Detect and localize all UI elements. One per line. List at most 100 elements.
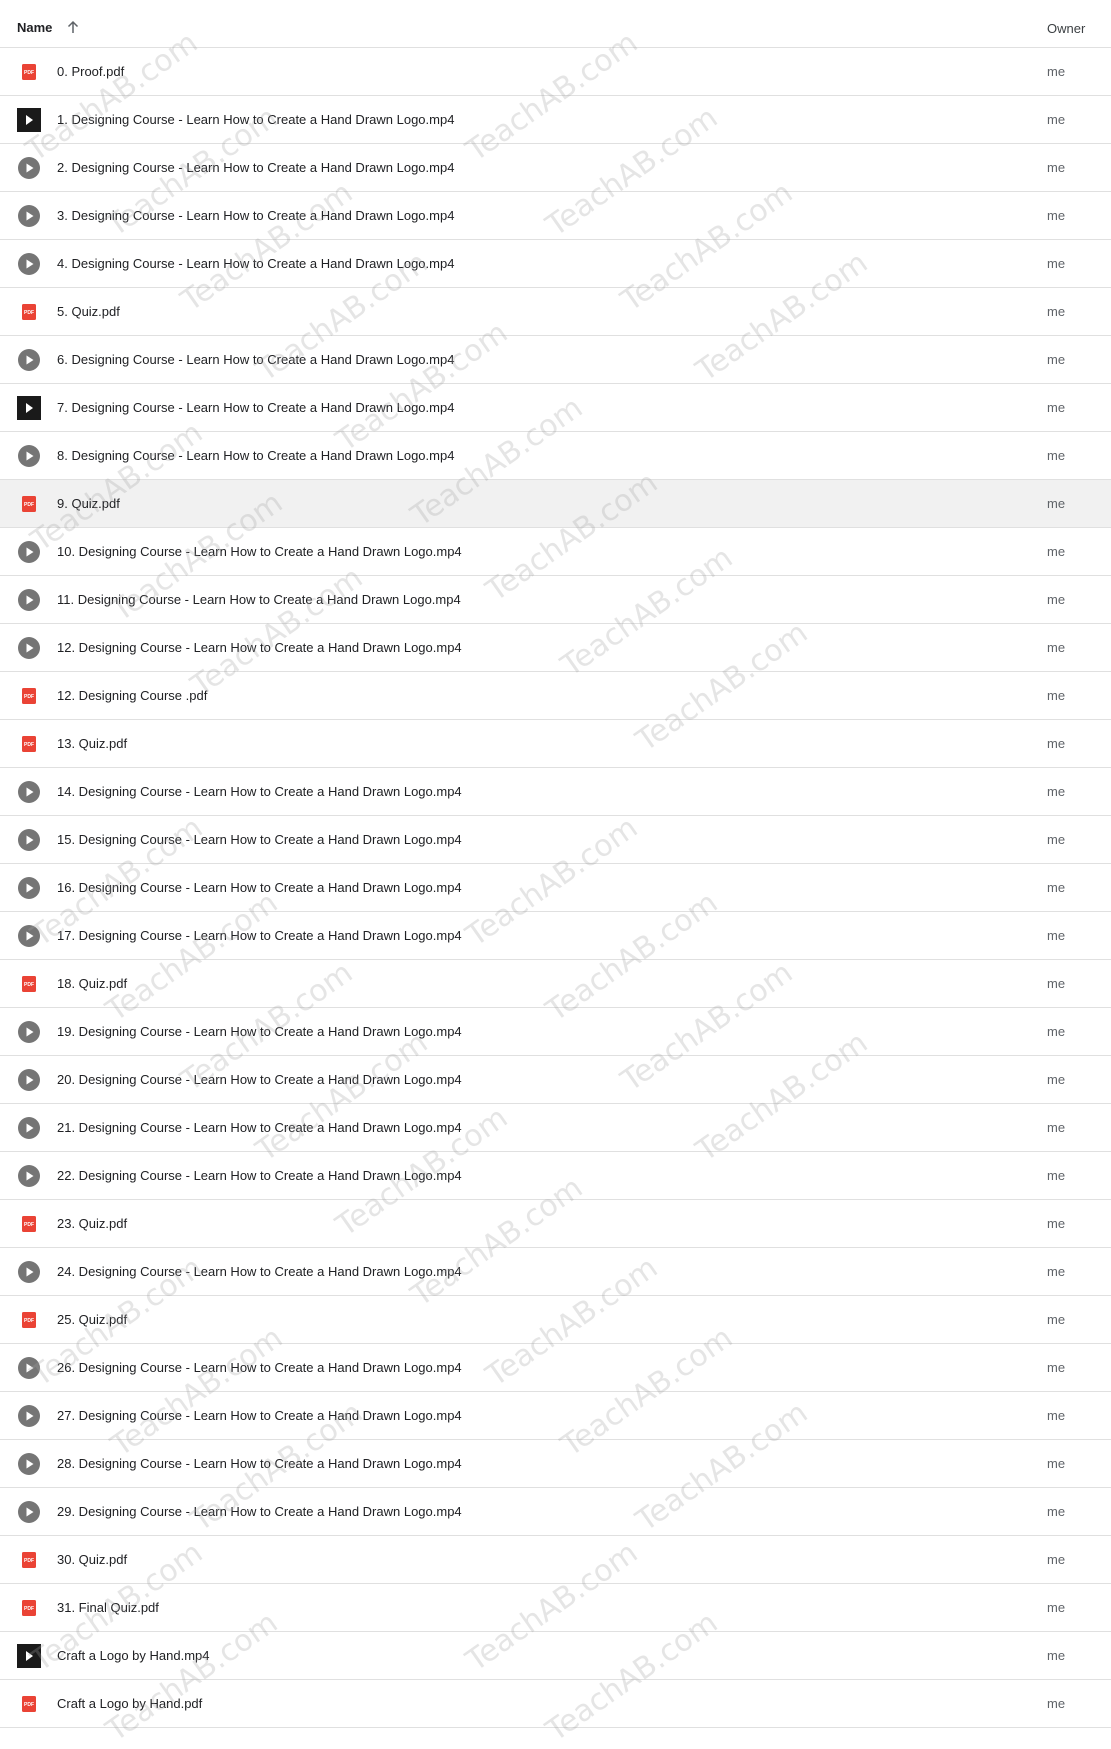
file-row[interactable]: 11. Designing Course - Learn How to Crea… — [0, 576, 1111, 624]
file-name[interactable]: Craft a Logo by Hand.mp4 — [57, 1648, 209, 1663]
file-name[interactable]: 12. Designing Course - Learn How to Crea… — [57, 640, 462, 655]
file-name[interactable]: 8. Designing Course - Learn How to Creat… — [57, 448, 454, 463]
file-name[interactable]: 5. Quiz.pdf — [57, 304, 120, 319]
video-play-icon — [18, 1117, 40, 1139]
file-row[interactable]: 4. Designing Course - Learn How to Creat… — [0, 240, 1111, 288]
owner-column-header[interactable]: Owner — [1047, 21, 1085, 36]
video-thumbnail-icon — [17, 396, 41, 420]
file-row[interactable]: PDF 18. Quiz.pdf me — [0, 960, 1111, 1008]
file-name[interactable]: 18. Quiz.pdf — [57, 976, 127, 991]
file-row[interactable]: PDF 9. Quiz.pdf me — [0, 480, 1111, 528]
file-owner: me — [1047, 1024, 1066, 1039]
file-row[interactable]: Craft a Logo by Hand.mp4 me — [0, 1632, 1111, 1680]
file-row[interactable]: PDF 31. Final Quiz.pdf me — [0, 1584, 1111, 1632]
file-name[interactable]: 16. Designing Course - Learn How to Crea… — [57, 880, 462, 895]
file-owner: me — [1047, 1120, 1066, 1135]
file-name[interactable]: 12. Designing Course .pdf — [57, 688, 207, 703]
file-name[interactable]: 23. Quiz.pdf — [57, 1216, 127, 1231]
file-name[interactable]: 22. Designing Course - Learn How to Crea… — [57, 1168, 462, 1183]
file-row[interactable]: 16. Designing Course - Learn How to Crea… — [0, 864, 1111, 912]
video-play-icon — [18, 205, 40, 227]
file-owner: me — [1047, 928, 1066, 943]
video-play-icon — [18, 1501, 40, 1523]
svg-text:PDF: PDF — [24, 982, 34, 988]
file-row[interactable]: 6. Designing Course - Learn How to Creat… — [0, 336, 1111, 384]
video-play-icon — [18, 445, 40, 467]
file-row[interactable]: PDF Craft a Logo by Hand.pdf me — [0, 1680, 1111, 1728]
file-owner: me — [1047, 1456, 1066, 1471]
file-name[interactable]: 11. Designing Course - Learn How to Crea… — [57, 592, 461, 607]
file-name[interactable]: 31. Final Quiz.pdf — [57, 1600, 159, 1615]
file-row[interactable]: 22. Designing Course - Learn How to Crea… — [0, 1152, 1111, 1200]
file-name[interactable]: 19. Designing Course - Learn How to Crea… — [57, 1024, 462, 1039]
pdf-file-icon: PDF — [22, 1696, 36, 1712]
file-name[interactable]: 30. Quiz.pdf — [57, 1552, 127, 1567]
file-owner: me — [1047, 592, 1066, 607]
svg-text:PDF: PDF — [24, 1702, 34, 1708]
file-name[interactable]: 14. Designing Course - Learn How to Crea… — [57, 784, 462, 799]
file-name[interactable]: 0. Proof.pdf — [57, 64, 124, 79]
file-name[interactable]: 7. Designing Course - Learn How to Creat… — [57, 400, 454, 415]
file-row[interactable]: 27. Designing Course - Learn How to Crea… — [0, 1392, 1111, 1440]
file-owner: me — [1047, 160, 1066, 175]
video-play-icon — [18, 541, 40, 563]
file-row[interactable]: 17. Designing Course - Learn How to Crea… — [0, 912, 1111, 960]
file-row[interactable]: PDF 25. Quiz.pdf me — [0, 1296, 1111, 1344]
file-row[interactable]: 8. Designing Course - Learn How to Creat… — [0, 432, 1111, 480]
file-name[interactable]: 3. Designing Course - Learn How to Creat… — [57, 208, 454, 223]
file-name[interactable]: 25. Quiz.pdf — [57, 1312, 127, 1327]
file-name[interactable]: 1. Designing Course - Learn How to Creat… — [57, 112, 454, 127]
file-name[interactable]: 26. Designing Course - Learn How to Crea… — [57, 1360, 462, 1375]
file-owner: me — [1047, 352, 1066, 367]
file-name[interactable]: Craft a Logo by Hand.pdf — [57, 1696, 202, 1711]
file-row[interactable]: PDF 30. Quiz.pdf me — [0, 1536, 1111, 1584]
file-owner: me — [1047, 448, 1066, 463]
file-list: Name Owner PDF 0. Proof.pdf me 1. Designing… — [0, 0, 1111, 1728]
video-play-icon — [18, 1021, 40, 1043]
file-row[interactable]: 14. Designing Course - Learn How to Crea… — [0, 768, 1111, 816]
file-row[interactable]: PDF 12. Designing Course .pdf me — [0, 672, 1111, 720]
svg-text:PDF: PDF — [24, 502, 34, 508]
file-row[interactable]: 2. Designing Course - Learn How to Creat… — [0, 144, 1111, 192]
file-row[interactable]: 10. Designing Course - Learn How to Crea… — [0, 528, 1111, 576]
file-name[interactable]: 27. Designing Course - Learn How to Crea… — [57, 1408, 462, 1423]
file-row[interactable]: 21. Designing Course - Learn How to Crea… — [0, 1104, 1111, 1152]
file-owner: me — [1047, 1312, 1066, 1327]
file-row[interactable]: 1. Designing Course - Learn How to Creat… — [0, 96, 1111, 144]
file-row[interactable]: PDF 0. Proof.pdf me — [0, 48, 1111, 96]
file-name[interactable]: 29. Designing Course - Learn How to Crea… — [57, 1504, 462, 1519]
video-play-icon — [18, 1405, 40, 1427]
file-row[interactable]: 29. Designing Course - Learn How to Crea… — [0, 1488, 1111, 1536]
file-row[interactable]: 15. Designing Course - Learn How to Crea… — [0, 816, 1111, 864]
file-name[interactable]: 6. Designing Course - Learn How to Creat… — [57, 352, 454, 367]
file-row[interactable]: 7. Designing Course - Learn How to Creat… — [0, 384, 1111, 432]
sort-ascending-arrow-icon[interactable] — [66, 20, 80, 34]
file-name[interactable]: 24. Designing Course - Learn How to Crea… — [57, 1264, 462, 1279]
file-owner: me — [1047, 208, 1066, 223]
video-play-icon — [18, 349, 40, 371]
file-name[interactable]: 20. Designing Course - Learn How to Crea… — [57, 1072, 462, 1087]
file-row[interactable]: 26. Designing Course - Learn How to Crea… — [0, 1344, 1111, 1392]
file-name[interactable]: 21. Designing Course - Learn How to Crea… — [57, 1120, 462, 1135]
video-play-icon — [18, 1069, 40, 1091]
file-name[interactable]: 13. Quiz.pdf — [57, 736, 127, 751]
file-name[interactable]: 2. Designing Course - Learn How to Creat… — [57, 160, 454, 175]
name-column-header[interactable]: Name — [17, 20, 52, 35]
file-row[interactable]: PDF 23. Quiz.pdf me — [0, 1200, 1111, 1248]
file-row[interactable]: 20. Designing Course - Learn How to Crea… — [0, 1056, 1111, 1104]
pdf-file-icon: PDF — [22, 304, 36, 320]
file-name[interactable]: 4. Designing Course - Learn How to Creat… — [57, 256, 454, 271]
file-row[interactable]: 19. Designing Course - Learn How to Crea… — [0, 1008, 1111, 1056]
file-name[interactable]: 28. Designing Course - Learn How to Crea… — [57, 1456, 462, 1471]
file-row[interactable]: 28. Designing Course - Learn How to Crea… — [0, 1440, 1111, 1488]
file-row[interactable]: 3. Designing Course - Learn How to Creat… — [0, 192, 1111, 240]
file-row[interactable]: PDF 5. Quiz.pdf me — [0, 288, 1111, 336]
file-name[interactable]: 17. Designing Course - Learn How to Crea… — [57, 928, 462, 943]
file-name[interactable]: 15. Designing Course - Learn How to Crea… — [57, 832, 462, 847]
file-name[interactable]: 9. Quiz.pdf — [57, 496, 120, 511]
file-row[interactable]: 12. Designing Course - Learn How to Crea… — [0, 624, 1111, 672]
file-row[interactable]: PDF 13. Quiz.pdf me — [0, 720, 1111, 768]
file-row[interactable]: 24. Designing Course - Learn How to Crea… — [0, 1248, 1111, 1296]
file-name[interactable]: 10. Designing Course - Learn How to Crea… — [57, 544, 462, 559]
pdf-file-icon: PDF — [22, 688, 36, 704]
